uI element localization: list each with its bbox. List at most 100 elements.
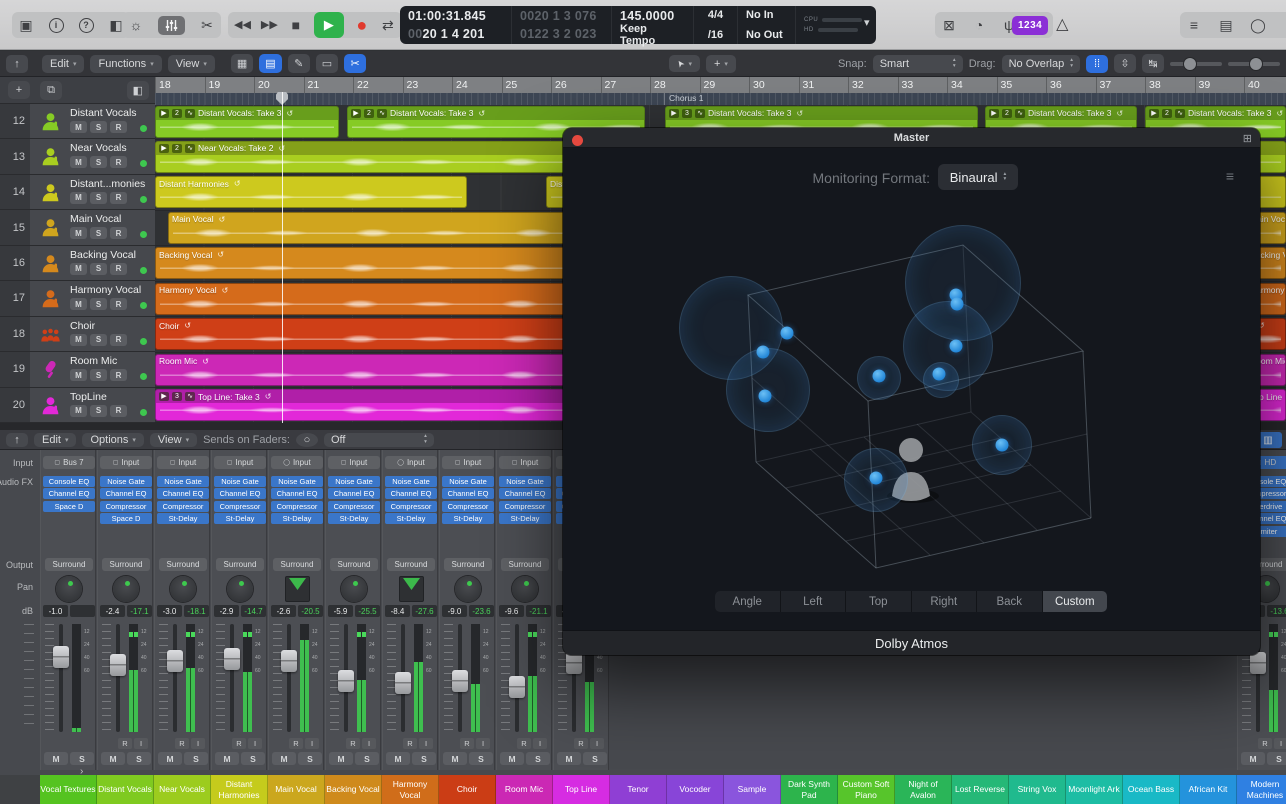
peak-db-value[interactable]: -21.1 — [526, 605, 551, 617]
mixer-back-button[interactable]: ↑ — [6, 432, 28, 447]
track-name[interactable]: Distant...monies — [70, 178, 145, 190]
msr-button[interactable]: R — [110, 227, 127, 240]
fader-cap[interactable] — [338, 670, 354, 692]
pan-knob[interactable] — [512, 576, 538, 602]
input-slot[interactable]: ▢Input — [214, 456, 266, 469]
list-editors-icon[interactable]: ≡ — [1186, 18, 1202, 32]
fx-plugin-slot[interactable]: Noise Gate — [328, 476, 380, 487]
mixer-track-name[interactable]: Sample — [724, 775, 781, 804]
snap-select[interactable]: Smart ▴ ▾ — [872, 54, 963, 73]
fader-cap[interactable] — [509, 676, 525, 698]
duplicate-track-button[interactable]: ⧉ — [40, 81, 62, 100]
fader-cap[interactable] — [110, 654, 126, 676]
track-header[interactable]: 18 Choir MSR — [0, 316, 155, 353]
channel-strip[interactable]: ◯ Input Noise Gate Channel EQ Compressor St-… — [268, 450, 324, 770]
ri-button[interactable]: R — [1258, 738, 1272, 749]
region-play-icon[interactable]: ▶ — [989, 108, 999, 118]
ms-button[interactable]: S — [412, 752, 436, 765]
msr-button[interactable]: S — [90, 156, 107, 169]
peak-db-value[interactable]: -25.5 — [355, 605, 380, 617]
info-icon[interactable]: i — [48, 17, 64, 33]
ri-button[interactable]: I — [305, 738, 319, 749]
track-name[interactable]: Backing Vocal — [70, 249, 136, 261]
msr-button[interactable]: R — [110, 156, 127, 169]
peak-db-value[interactable]: -13.6 — [1267, 605, 1286, 617]
mixer-track-name[interactable]: Ocean Bass — [1123, 775, 1180, 804]
ri-button[interactable]: I — [191, 738, 205, 749]
fader-cap[interactable] — [224, 648, 240, 670]
pan-knob[interactable] — [227, 576, 253, 602]
back-button[interactable]: ↑ — [6, 54, 28, 73]
notes-icon[interactable]: ◯ — [1250, 18, 1266, 32]
ri-button[interactable]: I — [419, 738, 433, 749]
replace-mode-icon[interactable]: ⇄ — [380, 18, 396, 32]
vertical-zoom-slider[interactable] — [1170, 57, 1222, 70]
ms-button[interactable]: S — [241, 752, 265, 765]
fx-plugin-slot[interactable]: Channel EQ — [328, 488, 380, 500]
view-button-custom[interactable]: Custom — [1042, 591, 1107, 612]
audio-object[interactable] — [869, 471, 883, 485]
fader-cap[interactable] — [281, 650, 297, 672]
ri-button[interactable]: R — [289, 738, 303, 749]
fx-plugin-slot[interactable]: St-Delay — [328, 513, 380, 525]
view-button[interactable]: Right — [911, 591, 976, 612]
view-button[interactable]: Back — [977, 591, 1042, 612]
help-icon[interactable]: ? — [78, 17, 94, 33]
fader-track[interactable] — [173, 624, 177, 732]
ms-button[interactable]: S — [583, 752, 607, 765]
ri-button[interactable]: R — [346, 738, 360, 749]
fx-plugin-slot[interactable]: Channel EQ — [100, 488, 152, 500]
region-play-icon[interactable]: ▶ — [159, 108, 169, 118]
input-slot[interactable]: ▢ Bus 7 — [43, 456, 95, 469]
msr-button[interactable]: R — [110, 404, 127, 417]
peak-db-value[interactable] — [70, 605, 95, 617]
ms-button[interactable]: M — [272, 752, 296, 765]
monitoring-format-select[interactable]: Binaural ▴ ▾ — [938, 164, 1018, 190]
fader-track[interactable] — [116, 624, 120, 732]
track-name[interactable]: Room Mic — [70, 355, 117, 367]
view-button[interactable]: Top — [846, 591, 911, 612]
region-play-icon[interactable]: ▶ — [669, 108, 679, 118]
autopunch-icon[interactable]: ⊠ — [941, 18, 957, 32]
input-slot[interactable]: ◯ Input — [385, 456, 437, 469]
audio-object[interactable] — [950, 297, 964, 311]
editors-icon[interactable]: ▤ — [1218, 18, 1234, 32]
mixer-track-name[interactable]: Dark Synth Pad — [781, 775, 838, 804]
region-play-icon[interactable]: ▶ — [159, 143, 169, 153]
fx-plugin-slot[interactable]: St-Delay — [442, 513, 494, 525]
fx-plugin-slot[interactable]: Compressor — [499, 500, 551, 512]
fx-plugin-slot[interactable]: Compressor — [214, 500, 266, 512]
fx-plugin-slot[interactable]: Channel EQ — [43, 488, 95, 500]
ms-button[interactable]: S — [1267, 752, 1286, 765]
fx-plugin-slot[interactable]: Channel EQ — [157, 488, 209, 500]
audio-region[interactable]: ▶ 2 ∿ Distant Vocals: Take 3 ↺ — [155, 105, 339, 138]
fader-cap[interactable] — [53, 646, 69, 668]
ri-button[interactable]: I — [134, 738, 148, 749]
channel-strip[interactable]: ▢ Bus 7 Console EQ Channel EQ Space D Surro… — [40, 450, 96, 770]
peak-db-value[interactable]: -27.6 — [412, 605, 437, 617]
audio-object[interactable] — [995, 438, 1009, 452]
mixer-track-name[interactable]: Vocal Textures — [40, 775, 97, 804]
fx-plugin-slot[interactable]: Channel EQ — [442, 488, 494, 500]
fx-plugin-slot[interactable]: Noise Gate — [499, 476, 551, 487]
record-ready-indicator[interactable] — [140, 125, 147, 132]
ms-button[interactable]: S — [127, 752, 151, 765]
fader-track[interactable] — [230, 624, 234, 732]
mixer-track-name[interactable]: Custom Soft Piano — [838, 775, 895, 804]
peak-db-value[interactable]: -23.6 — [469, 605, 494, 617]
output-slot[interactable]: Surround — [45, 558, 93, 571]
msr-button[interactable]: M — [70, 191, 87, 204]
audio-object[interactable] — [872, 369, 886, 383]
master-plugin-window[interactable]: Master ⊞ Monitoring Format: Binaural ▴ ▾ ≡… — [563, 128, 1260, 655]
ms-button[interactable]: M — [215, 752, 239, 765]
mixer-track-name[interactable]: Moonlight Ark — [1066, 775, 1123, 804]
peak-db-value[interactable]: -20.5 — [298, 605, 323, 617]
audio-object[interactable] — [756, 345, 770, 359]
plugin-titlebar[interactable]: Master — [563, 128, 1260, 148]
msr-button[interactable]: S — [90, 191, 107, 204]
menu-functions[interactable]: Functions ▾ — [90, 54, 162, 73]
fx-plugin-slot[interactable]: Compressor — [385, 500, 437, 512]
mixer-track-name[interactable]: African Kit — [1180, 775, 1237, 804]
fx-plugin-slot[interactable]: Compressor — [442, 500, 494, 512]
record-ready-indicator[interactable] — [140, 160, 147, 168]
